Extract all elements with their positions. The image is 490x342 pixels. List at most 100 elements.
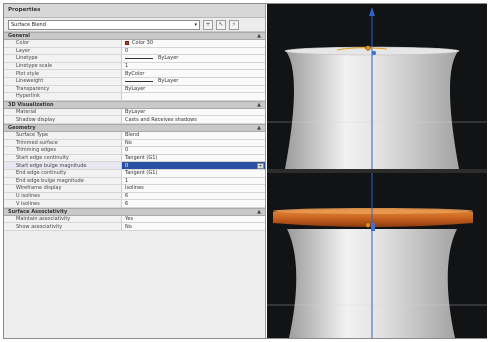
section-surface-associativity: Surface Associativity ▲ Maintain associati… [4, 207, 265, 232]
property-row[interactable]: Transparency ByLayer [4, 85, 265, 94]
grip-icon[interactable] [365, 45, 371, 51]
viewport-before[interactable] [267, 4, 487, 169]
object-type-dropdown[interactable]: Surface Blend ▾ [8, 19, 200, 30]
object-selector-row: Surface Blend ▾ + ↖ ⚡ [4, 18, 265, 32]
property-value[interactable]: Isolines [122, 185, 265, 192]
property-row[interactable]: Lineweight ByLayer [4, 77, 265, 86]
section-general: General ▲ Color Color 30 Layer 0 Linetype ByLay… [4, 32, 265, 101]
section-header[interactable]: Surface Associativity ▲ [4, 207, 265, 216]
quick-select-button[interactable]: ⚡ [229, 19, 239, 30]
property-value-text: 1 [125, 177, 129, 184]
property-value[interactable]: Tangent (G1) [122, 155, 265, 162]
property-row[interactable]: Plot style ByColor [4, 70, 265, 78]
chevron-down-icon: ▾ [194, 21, 197, 28]
property-row[interactable]: Maintain associativity Yes [4, 215, 265, 224]
property-value-text: No [125, 139, 132, 146]
property-value[interactable]: 6 [122, 200, 265, 207]
collapse-caret-icon: ▲ [257, 101, 261, 108]
property-name: U isolines [4, 192, 122, 200]
quick-select-icon: ⚡ [231, 21, 237, 28]
property-value[interactable]: ByColor [122, 70, 265, 77]
property-value[interactable]: ByLayer [122, 86, 265, 93]
property-row[interactable]: Show associativity No [4, 223, 265, 232]
property-row[interactable]: Linetype ByLayer [4, 55, 265, 63]
viewport-area [267, 4, 487, 338]
linestyle-preview-icon [125, 57, 153, 59]
collapse-caret-icon: ▲ [257, 208, 261, 215]
cursor-select-icon: ↖ [218, 21, 224, 28]
property-value[interactable]: Yes [122, 216, 265, 223]
property-value-text: ByLayer [125, 109, 146, 116]
property-value[interactable]: 6 [122, 193, 265, 200]
property-name: V isolines [4, 200, 122, 207]
toggle-pickadd-button[interactable]: + [203, 19, 213, 30]
property-row[interactable]: Linetype scale 1 [4, 62, 265, 71]
object-type-label: Surface Blend [11, 21, 46, 28]
select-objects-button[interactable]: ↖ [216, 19, 226, 30]
property-row[interactable]: Material ByLayer [4, 108, 265, 117]
property-value[interactable]: Casts and Receives shadows [122, 116, 265, 123]
property-value-text: 6 [125, 200, 129, 207]
section-header[interactable]: 3D Visualization ▲ [4, 100, 265, 109]
property-row[interactable]: Trimming edges 0 [4, 147, 265, 155]
property-value[interactable]: 0 ▾ [122, 162, 265, 169]
property-row[interactable]: Trimmed surface No [4, 139, 265, 148]
property-name: Transparency [4, 85, 122, 93]
property-value-text: Casts and Receives shadows [125, 116, 197, 123]
property-row[interactable]: Start edge bulge magnitude 0 ▾ [4, 162, 265, 170]
property-value-text: 0 [125, 47, 129, 54]
property-row[interactable]: Surface Type Blend [4, 131, 265, 140]
surface-model-after [267, 173, 487, 338]
property-value[interactable]: Color 30 [122, 40, 265, 47]
grip-icon[interactable] [365, 222, 371, 228]
property-name: Layer [4, 47, 122, 55]
collapse-caret-icon: ▲ [257, 33, 261, 39]
property-value[interactable]: ByLayer [122, 55, 265, 62]
property-value-text: ByColor [125, 70, 145, 77]
section-title: 3D Visualization [8, 101, 54, 108]
section-header[interactable]: General ▲ [4, 32, 265, 40]
property-value[interactable]: 1 [122, 63, 265, 70]
property-value[interactable]: 0 [122, 48, 265, 55]
property-row[interactable]: Color Color 30 [4, 40, 265, 48]
property-row[interactable]: Wireframe display Isolines [4, 185, 265, 193]
property-value[interactable]: ByLayer [122, 78, 265, 85]
property-value[interactable]: No [122, 140, 265, 147]
property-name: Surface Type [4, 131, 122, 139]
property-row[interactable]: End edge bulge magnitude 1 [4, 177, 265, 186]
viewport-after[interactable] [267, 173, 487, 338]
property-row[interactable]: Start edge continuity Tangent (G1) [4, 154, 265, 163]
section-3d-visualization: 3D Visualization ▲ Material ByLayer Shadow d… [4, 100, 265, 124]
property-name: Maintain associativity [4, 215, 122, 223]
property-value-text: ByLayer [125, 85, 146, 92]
color-swatch-icon [125, 41, 129, 46]
section-title: Geometry [8, 124, 36, 131]
linestyle-preview-icon [125, 80, 153, 82]
property-value[interactable]: 0 [122, 147, 265, 154]
pickadd-icon: + [205, 21, 211, 28]
property-row[interactable]: V isolines 6 [4, 200, 265, 208]
property-value[interactable]: Tangent (G1) [122, 170, 265, 177]
property-value-text: ByLayer [158, 78, 179, 85]
collapse-caret-icon: ▲ [257, 124, 261, 131]
section-header[interactable]: Geometry ▲ [4, 123, 265, 132]
property-value-text: Yes [125, 216, 134, 223]
property-row[interactable]: Layer 0 [4, 47, 265, 56]
section-geometry: Geometry ▲ Surface Type Blend Trimmed surfac… [4, 123, 265, 208]
property-row[interactable]: End edge continuity Tangent (G1) [4, 169, 265, 178]
section-title: General [8, 33, 30, 39]
property-row[interactable]: Hyperlink [4, 93, 265, 101]
chevron-down-icon[interactable]: ▾ [257, 162, 264, 169]
property-value[interactable]: Blend [122, 132, 265, 139]
property-name: Start edge bulge magnitude [4, 162, 122, 169]
property-name: Show associativity [4, 223, 122, 231]
property-value[interactable]: No [122, 223, 265, 230]
property-value-text: Tangent (G1) [125, 155, 158, 162]
property-value-text: 1 [125, 63, 129, 70]
property-row[interactable]: Shadow display Casts and Receives shadows [4, 116, 265, 124]
property-value[interactable]: ByLayer [122, 109, 265, 116]
property-row[interactable]: U isolines 6 [4, 192, 265, 201]
property-value-text: ByLayer [158, 55, 179, 62]
property-value[interactable]: 1 [122, 178, 265, 185]
property-value[interactable] [122, 93, 265, 100]
